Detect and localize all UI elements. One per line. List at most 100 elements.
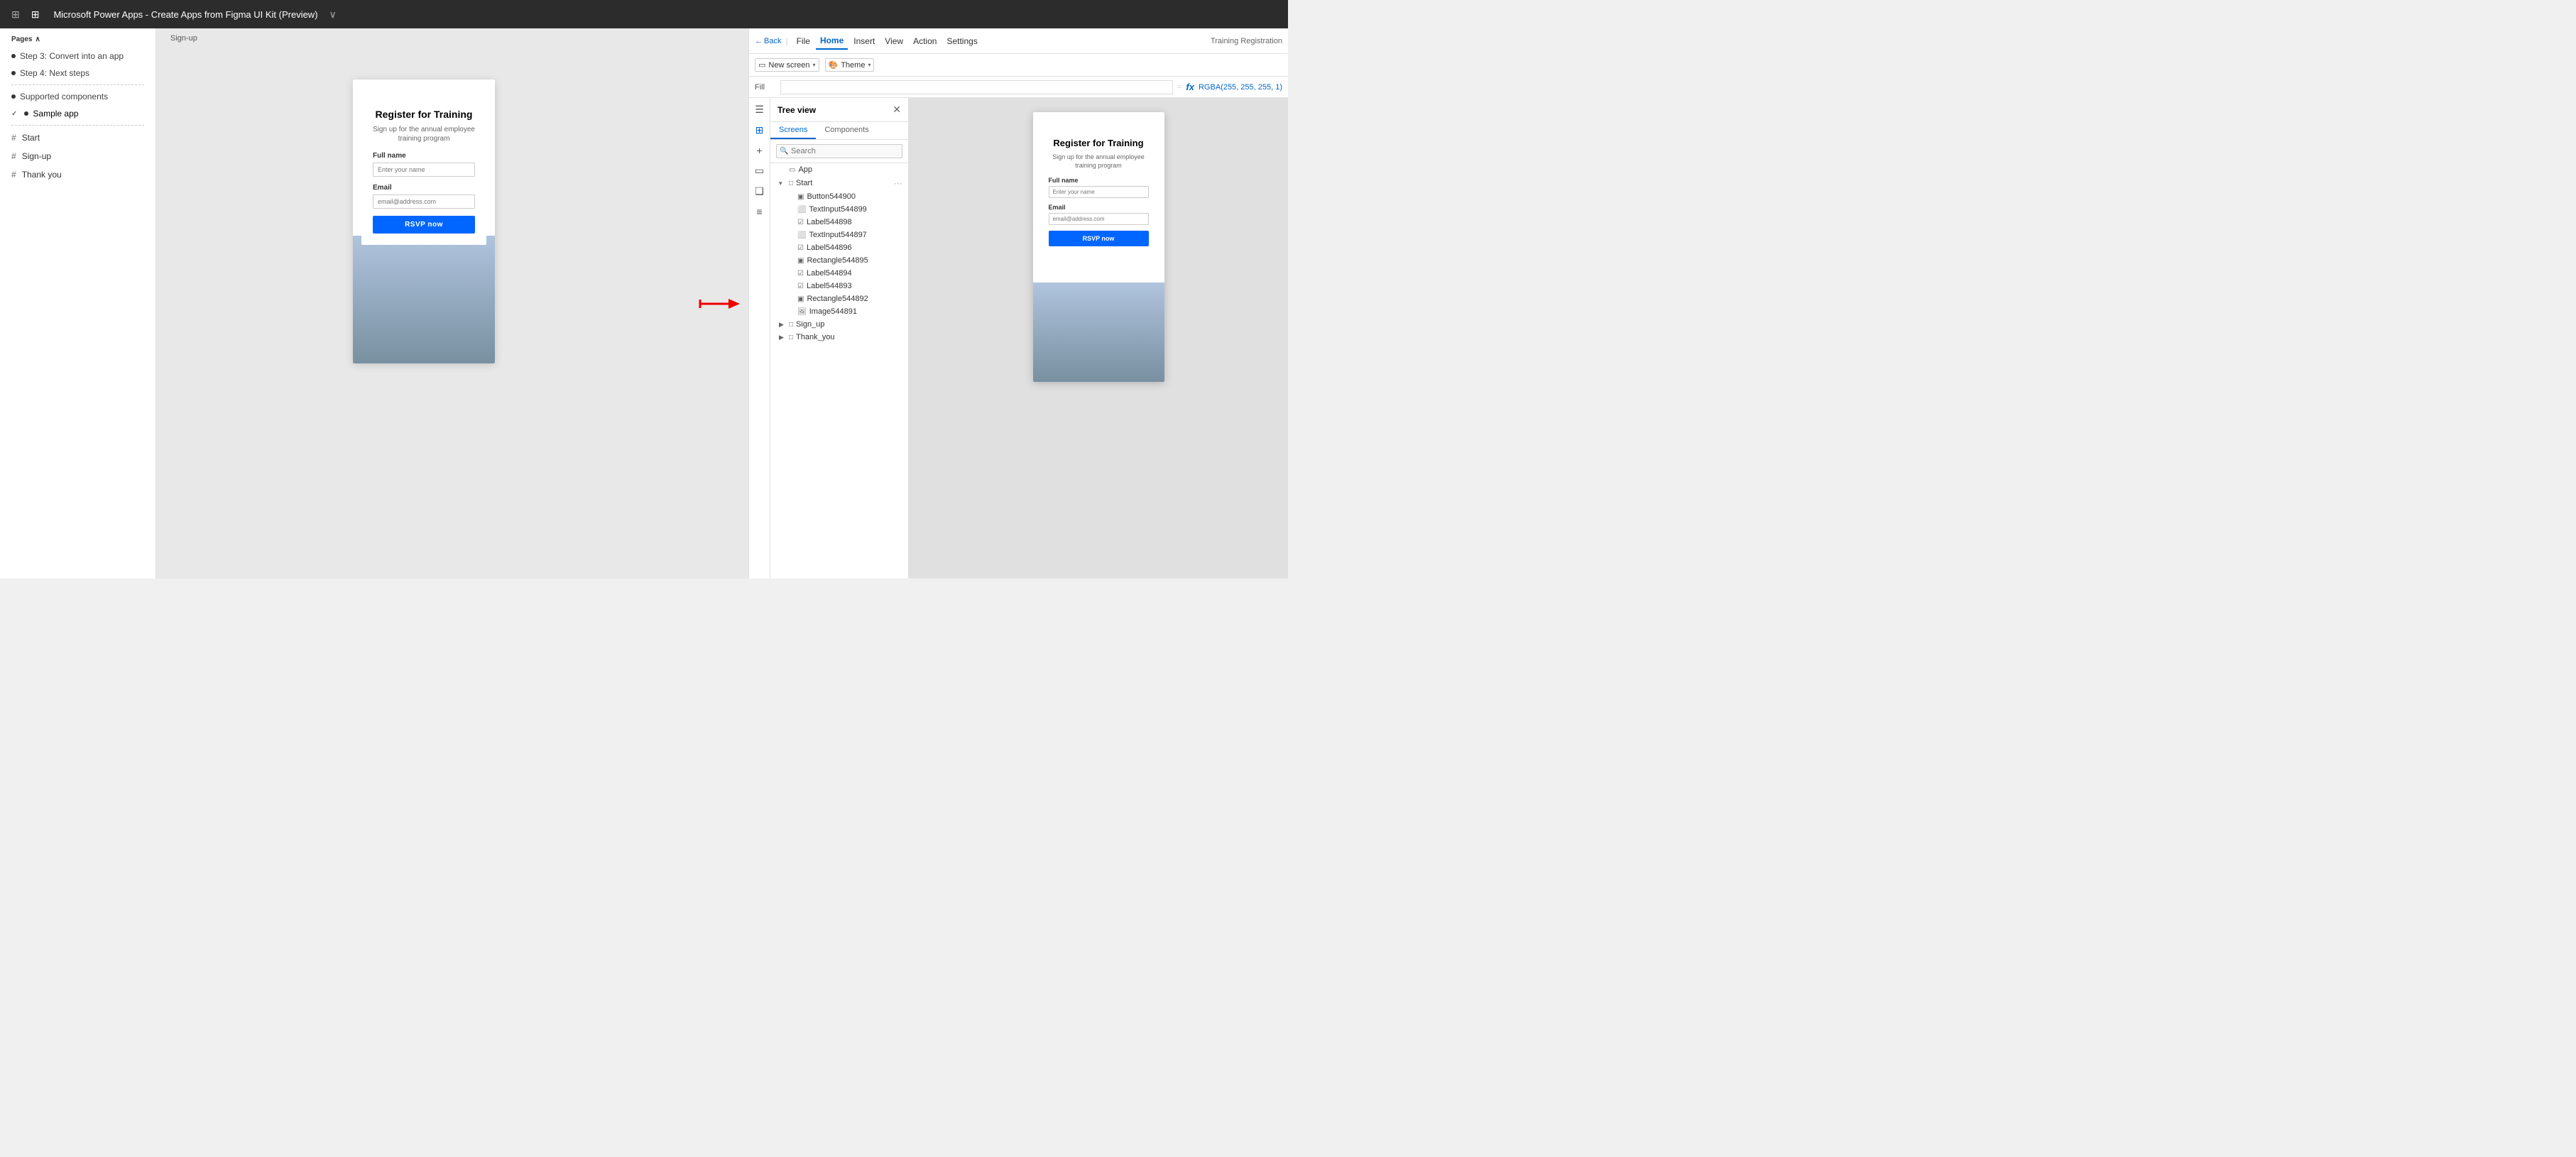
page-item-sample[interactable]: ✓ Sample app	[0, 105, 155, 122]
tree-item-label544898[interactable]: ☑ Label544898	[770, 216, 908, 229]
nav-home[interactable]: Home	[816, 33, 848, 50]
left-panel: Pages ∧ Step 3: Convert into an app Step…	[0, 28, 156, 578]
tree-panel: Tree view ✕ Screens Components 🔍	[770, 98, 909, 578]
chevron-down-icon: ▾	[868, 62, 871, 68]
formula-bar-input[interactable]	[780, 80, 1173, 94]
pa-full-name-input[interactable]	[1049, 186, 1149, 198]
tree-item-signup[interactable]: ▶ □ Sign_up	[770, 318, 908, 331]
tree-item-label544893[interactable]: ☑ Label544893	[770, 280, 908, 292]
tree-item-label: TextInput544897	[809, 231, 902, 239]
nav-settings[interactable]: Settings	[942, 33, 981, 49]
pages-header: Pages ∧	[0, 28, 155, 48]
tree-title: Tree view	[777, 105, 816, 115]
tree-item-label: TextInput544899	[809, 205, 902, 214]
more-options-icon[interactable]: ···	[894, 178, 902, 188]
pa-toolbar: ▭ New screen ▾ 🎨 Theme ▾	[749, 54, 1288, 77]
pa-phone-background	[1033, 283, 1164, 382]
page-item-supported[interactable]: Supported components	[0, 88, 155, 105]
plus-icon[interactable]: +	[756, 145, 762, 156]
expand-icon: ▶	[779, 321, 786, 329]
label-icon: ☑	[797, 283, 804, 290]
hamburger-icon[interactable]: ☰	[755, 104, 764, 116]
hash-icon: #	[11, 170, 16, 180]
tree-item-label: Image544891	[809, 307, 902, 316]
form-title: Register for Training	[373, 108, 475, 121]
rectangle-icon: ▣	[797, 257, 804, 265]
tree-item-label: Thank_you	[796, 333, 902, 341]
pa-form-subtitle: Sign up for the annual employee training…	[1049, 153, 1149, 170]
nav-item-start[interactable]: # Start	[0, 128, 155, 147]
page-item-step3[interactable]: Step 3: Convert into an app	[0, 48, 155, 65]
tree-item-button544900[interactable]: ▣ Button544900	[770, 190, 908, 203]
nav-item-thankyou[interactable]: # Thank you	[0, 165, 155, 184]
variable-icon[interactable]: ≡	[756, 206, 762, 217]
back-arrow-icon: ←	[755, 37, 763, 45]
figma-logo-icon: ⊞	[9, 6, 23, 23]
pa-email-label: Email	[1049, 204, 1149, 211]
tree-item-label544894[interactable]: ☑ Label544894	[770, 267, 908, 280]
formula-value: RGBA(255, 255, 255, 1)	[1199, 83, 1282, 92]
expand-icon: ▾	[779, 180, 786, 187]
label-icon: ☑	[797, 270, 804, 278]
screen-icon[interactable]: ▭	[755, 165, 764, 177]
form-card: Register for Training Sign up for the an…	[361, 94, 486, 245]
tab-components[interactable]: Components	[816, 122, 877, 139]
hash-icon: #	[11, 151, 16, 161]
search-icon: 🔍	[780, 148, 788, 155]
tree-body: ▭ App ▾ □ Start ··· ▣	[770, 163, 908, 578]
app-wrapper: Pages ∧ Step 3: Convert into an app Step…	[0, 28, 1288, 578]
tree-header: Tree view ✕	[770, 98, 908, 122]
app-name-display: Training Registration	[1211, 37, 1282, 45]
nav-file[interactable]: File	[792, 33, 814, 49]
nav-action[interactable]: Action	[909, 33, 941, 49]
tree-item-rect544895[interactable]: ▣ Rectangle544895	[770, 254, 908, 267]
tree-item-rect544892[interactable]: ▣ Rectangle544892	[770, 292, 908, 305]
label-icon: ☑	[797, 244, 804, 252]
tree-item-start[interactable]: ▾ □ Start ···	[770, 176, 908, 190]
formula-property-label: Fill	[755, 83, 776, 92]
figma-canvas: Sign-up Register for Training Sign up fo…	[156, 28, 692, 578]
close-icon[interactable]: ✕	[893, 104, 901, 116]
tree-item-image544891[interactable]: 🖼 Image544891	[770, 305, 908, 318]
tree-item-app[interactable]: ▭ App	[770, 163, 908, 176]
tree-item-label: Label544898	[807, 218, 902, 226]
tree-item-thankyou[interactable]: ▶ □ Thank_you	[770, 331, 908, 344]
pa-rsvp-button[interactable]: RSVP now	[1049, 231, 1149, 246]
screen-icon: □	[789, 334, 793, 341]
label-icon: ☑	[797, 219, 804, 226]
phone-frame: Register for Training Sign up for the an…	[353, 79, 495, 363]
tree-item-textinput544897[interactable]: ⬜ TextInput544897	[770, 229, 908, 241]
checkmark-icon: ✓	[11, 110, 17, 118]
rsvp-button[interactable]: RSVP now	[373, 216, 475, 234]
theme-button[interactable]: 🎨 Theme ▾	[825, 58, 875, 72]
tree-item-label: Label544893	[807, 282, 902, 290]
screen-icon: □	[789, 321, 793, 329]
image-icon: 🖼	[797, 308, 807, 316]
pa-icons-bar: ☰ ⊞ + ▭ ❑ ≡	[749, 98, 770, 578]
dropdown-icon[interactable]: ∨	[327, 6, 339, 23]
fx-icon: fx	[1186, 82, 1194, 92]
pa-email-input[interactable]	[1049, 213, 1149, 225]
theme-icon: 🎨	[829, 60, 839, 70]
page-item-step4[interactable]: Step 4: Next steps	[0, 65, 155, 82]
tree-view-icon[interactable]: ⊞	[755, 124, 764, 136]
component-icon[interactable]: ❑	[755, 185, 764, 197]
tree-item-label544896[interactable]: ☑ Label544896	[770, 241, 908, 254]
pa-content-area: ☰ ⊞ + ▭ ❑ ≡ Tree view ✕ Screens Componen…	[749, 98, 1288, 578]
full-name-input[interactable]	[373, 163, 475, 177]
back-button[interactable]: ← Back	[755, 37, 781, 45]
nav-view[interactable]: View	[880, 33, 907, 49]
email-input[interactable]	[373, 194, 475, 209]
rectangle-icon: ▣	[797, 295, 804, 303]
tree-search-input[interactable]	[776, 144, 902, 158]
nav-item-signup[interactable]: # Sign-up	[0, 147, 155, 165]
nav-insert[interactable]: Insert	[849, 33, 879, 49]
chevron-up-icon: ∧	[35, 35, 40, 43]
dot-icon	[11, 54, 16, 58]
tab-screens[interactable]: Screens	[770, 122, 816, 139]
form-subtitle: Sign up for the annual employee training…	[373, 125, 475, 143]
new-screen-icon: ▭	[758, 60, 765, 70]
new-screen-button[interactable]: ▭ New screen ▾	[755, 58, 819, 72]
divider	[11, 125, 144, 126]
tree-item-textinput544899[interactable]: ⬜ TextInput544899	[770, 203, 908, 216]
